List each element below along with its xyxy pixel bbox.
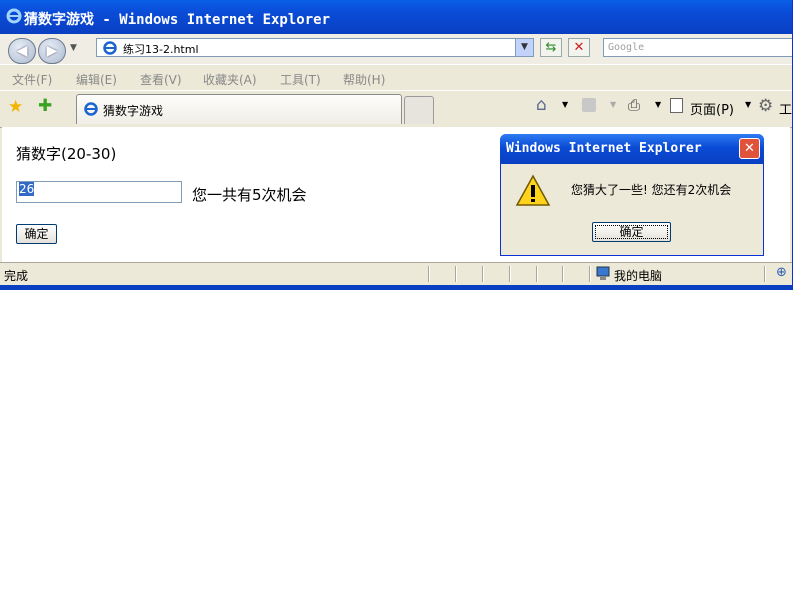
menu-bar: 文件(F) 编辑(E) 查看(V) 收藏夹(A) 工具(T) 帮助(H) <box>0 64 792 91</box>
back-button-icon[interactable]: ◀ <box>8 38 36 64</box>
forward-button-icon[interactable]: ▶ <box>38 38 66 64</box>
search-input[interactable]: Google <box>603 38 792 57</box>
stop-icon[interactable]: ✕ <box>568 38 590 57</box>
status-bar: 完成 我的电脑 ⊕ <box>0 262 792 285</box>
favorites-star-icon[interactable]: ★ <box>8 97 23 117</box>
zoom-icon[interactable]: ⊕ <box>776 265 787 280</box>
tab-current[interactable]: 猜数字游戏 <box>76 94 402 124</box>
warning-icon <box>515 174 551 206</box>
guess-input[interactable]: 26 <box>16 181 182 203</box>
feeds-dropdown-icon: ▼ <box>610 100 617 109</box>
status-divider <box>562 266 564 282</box>
guess-input-value: 26 <box>19 182 35 196</box>
page-heading: 猜数字(20-30) <box>16 145 117 163</box>
home-dropdown-icon[interactable]: ▼ <box>562 100 568 109</box>
dialog-ok-button[interactable]: 确定 <box>592 222 671 242</box>
feeds-icon[interactable] <box>582 98 596 112</box>
menu-help[interactable]: 帮助(H) <box>343 71 385 88</box>
menu-file[interactable]: 文件(F) <box>12 71 52 88</box>
alert-dialog: Windows Internet Explorer ✕ 您猜大了一些! 您还有2… <box>500 134 764 256</box>
submit-button[interactable]: 确定 <box>16 224 57 244</box>
new-tab-button[interactable] <box>404 96 434 124</box>
history-dropdown-icon[interactable]: ▼ <box>70 43 77 53</box>
dialog-title-bar: Windows Internet Explorer ✕ <box>500 134 764 164</box>
security-zone-text: 我的电脑 <box>614 269 663 283</box>
computer-icon <box>596 266 610 280</box>
tools-menu-label[interactable]: 工 <box>779 99 792 118</box>
status-divider <box>455 266 457 282</box>
menu-tools[interactable]: 工具(T) <box>280 71 321 88</box>
dialog-title: Windows Internet Explorer <box>506 141 702 156</box>
chances-text: 您一共有5次机会 <box>192 186 307 204</box>
print-dropdown-icon[interactable]: ▼ <box>655 100 661 109</box>
menu-edit[interactable]: 编辑(E) <box>76 71 117 88</box>
status-divider <box>589 266 591 282</box>
tools-gear-icon[interactable]: ⚙ <box>758 96 773 116</box>
status-divider <box>509 266 511 282</box>
page-icon <box>103 41 117 55</box>
dialog-message: 您猜大了一些! 您还有2次机会 <box>571 183 732 197</box>
address-bar[interactable]: 练习13-2.html ▼ <box>96 38 534 57</box>
refresh-icon[interactable]: ⇆ <box>540 38 562 57</box>
window-bottom-border <box>0 285 792 290</box>
status-divider <box>764 266 766 282</box>
close-icon[interactable]: ✕ <box>739 138 760 159</box>
status-divider <box>536 266 538 282</box>
page-menu-icon[interactable] <box>670 98 683 113</box>
browser-window: 猜数字游戏 - Windows Internet Explorer ◀ ▶ ▼ … <box>0 0 793 290</box>
tab-ie-icon <box>84 102 98 116</box>
menu-view[interactable]: 查看(V) <box>140 71 182 88</box>
print-icon[interactable]: ⎙ <box>628 96 640 114</box>
status-divider <box>482 266 484 282</box>
page-dropdown-icon[interactable]: ▼ <box>745 100 751 109</box>
status-text: 完成 <box>4 269 29 283</box>
page-menu-label[interactable]: 页面(P) <box>690 99 734 118</box>
add-favorite-icon[interactable]: ✚ <box>38 96 52 116</box>
home-icon[interactable]: ⌂ <box>536 95 547 115</box>
address-dropdown-icon[interactable]: ▼ <box>515 39 533 56</box>
tab-label: 猜数字游戏 <box>103 104 164 118</box>
search-placeholder: Google <box>608 42 645 53</box>
status-divider <box>428 266 430 282</box>
address-text: 练习13-2.html <box>123 43 199 56</box>
menu-favorites[interactable]: 收藏夹(A) <box>203 71 257 88</box>
window-title: 猜数字游戏 - Windows Internet Explorer <box>24 12 331 28</box>
title-bar: 猜数字游戏 - Windows Internet Explorer <box>0 0 792 34</box>
ie-logo-icon <box>6 8 22 24</box>
